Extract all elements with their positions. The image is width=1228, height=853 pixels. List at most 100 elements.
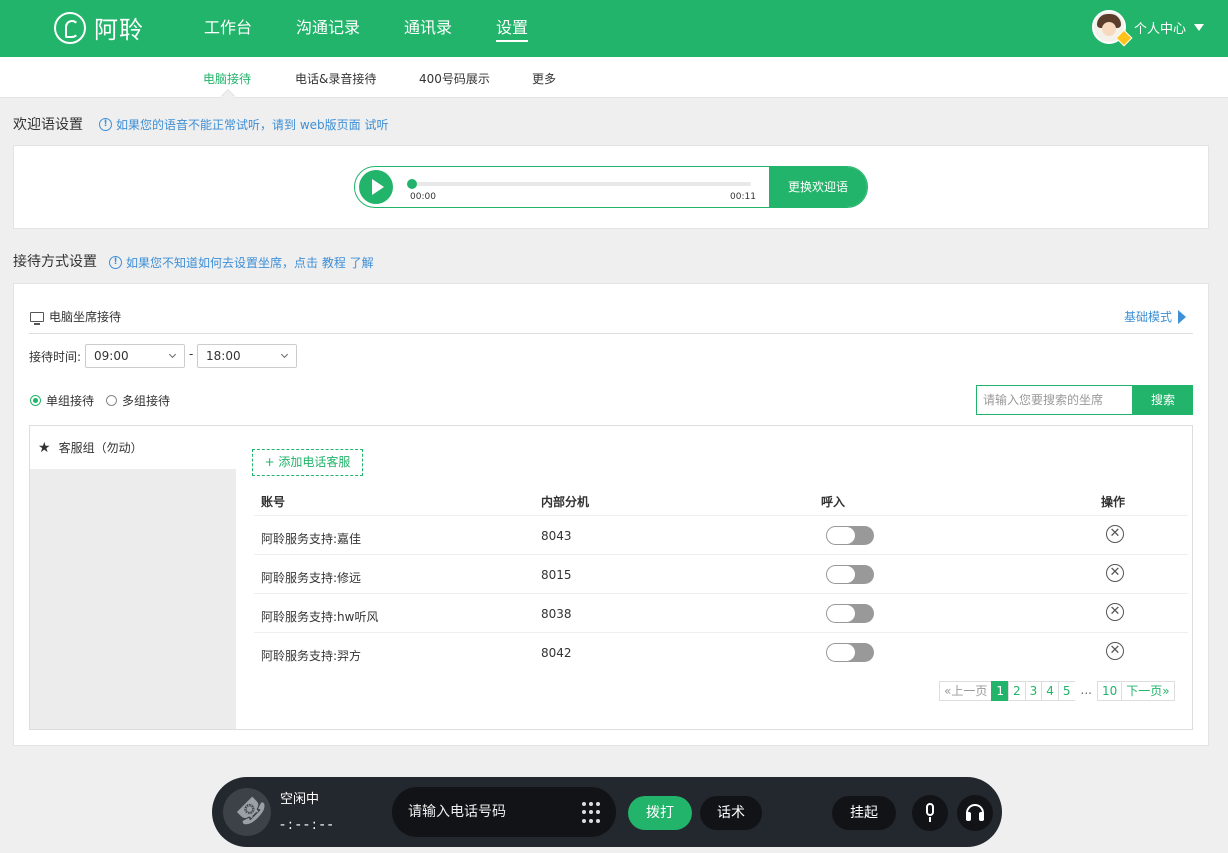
hold-button[interactable]: 挂起	[832, 796, 896, 830]
group-area: ★ 客服组（勿动） + 添加电话客服 账号 内部分机 呼入 操作 阿聆服务支持:…	[29, 425, 1193, 730]
account-cell: 阿聆服务支持:羿方	[261, 649, 362, 663]
progress-knob[interactable]	[407, 179, 417, 189]
page-prev[interactable]: «上一页	[939, 681, 993, 701]
user-menu[interactable]: 个人中心	[1091, 10, 1204, 47]
page-3[interactable]: 3	[1024, 681, 1043, 701]
time-total: 00:11	[730, 192, 756, 202]
main-nav: 工作台 沟通记录 通讯录 设置	[204, 0, 572, 56]
table-row: 阿聆服务支持:嘉佳 8043 ✕	[254, 515, 1188, 554]
triangle-right-icon[interactable]	[1178, 309, 1187, 324]
top-bar: 阿聆 工作台 沟通记录 通讯录 设置 个人中心	[0, 0, 1228, 57]
page-10[interactable]: 10	[1097, 681, 1123, 701]
subnav-more[interactable]: 更多	[532, 70, 556, 87]
table-row: 阿聆服务支持:hw听风 8038 ✕	[254, 593, 1188, 632]
microphone-icon[interactable]	[912, 795, 948, 831]
col-account: 账号	[261, 495, 286, 509]
inbound-toggle[interactable]	[826, 643, 874, 662]
change-welcome-button[interactable]: 更换欢迎语	[769, 167, 867, 207]
basic-mode-link[interactable]: 基础模式	[1124, 308, 1187, 325]
subnav-pc-reception[interactable]: 电脑接待	[203, 70, 251, 87]
seat-search-input[interactable]: 请输入您要搜索的坐席	[976, 385, 1133, 415]
table-row: 阿聆服务支持:修远 8015 ✕	[254, 554, 1188, 593]
phone-input-placeholder[interactable]: 请输入电话号码	[408, 804, 506, 820]
sub-nav: 电脑接待 电话&录音接待 400号码展示 更多	[0, 57, 1228, 104]
monitor-icon	[30, 311, 44, 325]
phone-number-input[interactable]: 请输入电话号码	[392, 787, 616, 837]
logo-text: 阿聆	[94, 16, 144, 44]
table-row: 阿聆服务支持:羿方 8042 ✕	[254, 632, 1188, 671]
subnav-400-number[interactable]: 400号码展示	[419, 70, 490, 87]
inbound-toggle[interactable]	[826, 565, 874, 584]
welcome-title: 欢迎语设置	[13, 117, 83, 133]
end-time-select[interactable]: 18:00	[197, 344, 297, 368]
page-4[interactable]: 4	[1041, 681, 1059, 701]
page-next[interactable]: 下一页»	[1121, 681, 1175, 701]
pc-reception-label: 电脑坐席接待	[49, 310, 122, 324]
end-time-value: 18:00	[206, 349, 241, 363]
avatar-face	[1101, 22, 1116, 36]
progress-track[interactable]	[411, 182, 751, 186]
subnav-phone-recording[interactable]: 电话&录音接待	[295, 70, 376, 87]
reception-mode-group: 单组接待 多组接待	[30, 392, 170, 409]
reception-title: 接待方式设置	[13, 254, 97, 270]
col-actions: 操作	[1101, 495, 1126, 509]
radio-single-group[interactable]	[30, 395, 41, 406]
account-cell: 阿聆服务支持:修远	[261, 571, 362, 585]
extension-cell: 8043	[541, 529, 572, 543]
nav-settings[interactable]: 设置	[496, 0, 529, 56]
subnav-active-indicator	[220, 88, 236, 104]
group-name[interactable]: 客服组（勿动）	[59, 439, 143, 456]
start-time-select[interactable]: 09:00	[85, 344, 185, 368]
close-circle-icon[interactable]: ✕	[1106, 642, 1124, 660]
info-icon: !	[109, 256, 122, 269]
extension-cell: 8038	[541, 607, 572, 621]
extension-cell: 8015	[541, 568, 572, 582]
phone-icon[interactable]	[223, 788, 271, 836]
chevron-down-icon	[168, 350, 177, 359]
search-button[interactable]: 搜索	[1133, 385, 1193, 415]
info-icon: !	[99, 118, 112, 131]
page-5[interactable]: 5	[1057, 681, 1076, 701]
divider	[29, 333, 1193, 334]
inbound-toggle[interactable]	[826, 604, 874, 623]
radio-multi-group[interactable]	[106, 395, 118, 406]
chevron-down-icon	[280, 350, 289, 359]
page-ellipsis: ...	[1074, 681, 1098, 701]
welcome-tip[interactable]: ! 如果您的语音不能正常试听，请到 web版页面 试听	[99, 116, 388, 133]
close-circle-icon[interactable]: ✕	[1106, 525, 1124, 543]
audio-player: 00:00 00:11 更换欢迎语	[354, 166, 868, 208]
keypad-icon[interactable]	[582, 802, 602, 824]
time-current: 00:00	[410, 192, 436, 202]
headphones-icon[interactable]	[957, 795, 993, 831]
group-sidebar: ★ 客服组（勿动）	[30, 426, 236, 729]
caret-down-icon[interactable]	[1194, 23, 1204, 31]
inbound-toggle[interactable]	[826, 526, 874, 545]
start-time-value: 09:00	[94, 349, 129, 363]
col-inbound: 呼入	[821, 495, 846, 509]
nav-workbench[interactable]: 工作台	[204, 0, 252, 56]
single-group-label[interactable]: 单组接待	[46, 392, 94, 409]
multi-group-label[interactable]: 多组接待	[122, 392, 170, 409]
dial-button[interactable]: 拨打	[628, 796, 692, 830]
col-extension: 内部分机	[541, 495, 590, 509]
close-circle-icon[interactable]: ✕	[1106, 564, 1124, 582]
group-item[interactable]: ★ 客服组（勿动）	[30, 426, 236, 469]
logo[interactable]: 阿聆	[54, 10, 144, 45]
nav-contacts[interactable]: 通讯录	[404, 0, 452, 56]
script-button[interactable]: 话术	[700, 796, 762, 830]
page-2[interactable]: 2	[1007, 681, 1026, 701]
close-circle-icon[interactable]: ✕	[1106, 603, 1124, 621]
extension-cell: 8042	[541, 646, 572, 660]
page-1[interactable]: 1	[991, 681, 1009, 701]
time-range-separator: -	[189, 347, 194, 361]
reception-tip[interactable]: ! 如果您不知道如何去设置坐席，点击 教程 了解	[109, 254, 374, 271]
reception-tip-text[interactable]: 如果您不知道如何去设置坐席，点击 教程 了解	[126, 254, 374, 271]
user-center-label[interactable]: 个人中心	[1134, 18, 1186, 37]
call-status: 空闲中	[280, 792, 320, 807]
nav-records[interactable]: 沟通记录	[296, 0, 360, 56]
welcome-tip-text[interactable]: 如果您的语音不能正常试听，请到 web版页面 试听	[116, 116, 388, 133]
play-icon[interactable]	[359, 170, 393, 204]
basic-mode-label[interactable]: 基础模式	[1124, 308, 1172, 325]
add-agent-button[interactable]: + 添加电话客服	[252, 449, 363, 476]
pc-reception-header: 电脑坐席接待	[30, 308, 121, 325]
